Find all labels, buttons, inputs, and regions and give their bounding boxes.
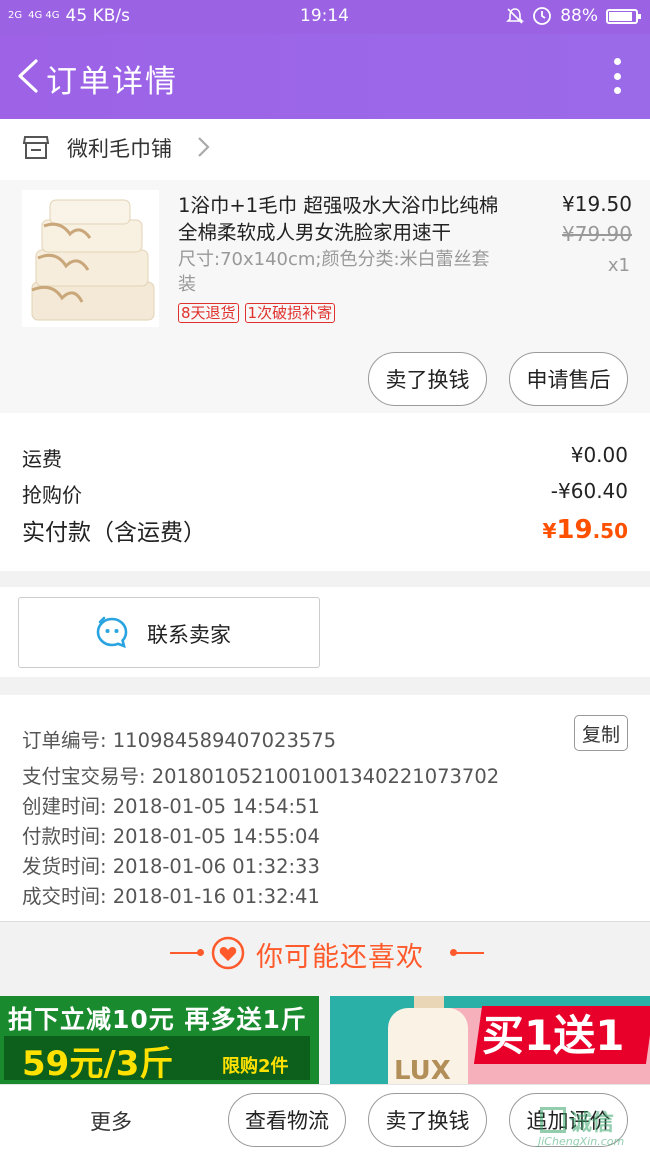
shipped-time: 发货时间: 2018-01-06 01:32:33	[22, 855, 320, 878]
battery-percent: 88%	[560, 6, 598, 26]
chevron-left-icon[interactable]	[14, 58, 44, 94]
signal-2g-icon: 2G	[8, 10, 23, 21]
mute-bell-icon	[506, 8, 525, 24]
heart-icon	[211, 936, 245, 970]
battery-fill	[609, 11, 632, 21]
damage-badge: 1次破损补寄	[244, 303, 336, 323]
product-sku: 尺寸:70x140cm;颜色分类:米白蕾丝套装	[178, 249, 490, 295]
more-dot	[614, 58, 621, 65]
discount-row: 抢购价 -¥60.40	[22, 479, 628, 508]
status-left: 2G 4G 4G 45 KB/s	[8, 6, 130, 26]
ad-left-limit: 限购2件	[222, 1056, 289, 1077]
order-number: 订单编号: 110984589407023575	[22, 729, 337, 752]
completed-time: 成交时间: 2018-01-16 01:32:41	[22, 885, 320, 908]
net-speed: 45 KB/s	[65, 6, 130, 26]
watermark-text: 诚信	[570, 1111, 615, 1136]
created-time: 创建时间: 2018-01-05 14:54:51	[22, 795, 320, 818]
service-badges: 8天退货 1次破损补寄	[178, 303, 336, 323]
shipping-value: ¥0.00	[570, 443, 628, 467]
order-info: 订单编号: 110984589407023575 复制 支付宝交易号: 2018…	[0, 695, 650, 921]
total-dec: .50	[592, 519, 628, 543]
watermark-box-icon	[540, 1107, 566, 1133]
recommend-divider-right	[456, 952, 484, 954]
watermark-logo: 诚信 JiChengXin.com	[530, 1103, 646, 1151]
alarm-icon	[533, 7, 552, 25]
ad-left-headline: 拍下立减10元 再多送1斤	[8, 1005, 307, 1034]
more-dot	[614, 72, 621, 80]
alipay-number: 支付宝交易号: 2018010521001001340221073702	[22, 765, 500, 788]
copy-button[interactable]: 复制	[574, 715, 628, 751]
more-link[interactable]: 更多	[90, 1106, 132, 1136]
sell-button-bottom[interactable]: 卖了换钱	[368, 1093, 487, 1147]
total-value: ¥19.50	[542, 515, 628, 545]
discount-label: 抢购价	[22, 483, 82, 507]
total-int: 19	[556, 515, 593, 545]
status-bar: 2G 4G 4G 45 KB/s 19:14 88%	[0, 0, 650, 34]
shop-name: 微利毛巾铺	[67, 137, 172, 161]
product-quantity: x1	[607, 255, 630, 276]
shop-row[interactable]: 微利毛巾铺	[0, 119, 650, 180]
more-dot	[614, 87, 621, 94]
product-title: 1浴巾+1毛巾 超强吸水大浴巾比纯棉全棉柔软成人男女洗脸家用速干	[178, 194, 499, 244]
nav-bar: 订单详情	[0, 34, 650, 119]
total-label: 实付款（含运费）	[22, 520, 206, 546]
ad-right-promo: 买1送1	[482, 1011, 625, 1060]
clock: 19:14	[300, 6, 349, 26]
chat-bubble-icon	[96, 616, 128, 649]
shipping-label: 运费	[22, 447, 62, 471]
page-title: 订单详情	[46, 64, 178, 100]
product-original-price: ¥79.90	[562, 222, 632, 246]
return-badge: 8天退货	[178, 303, 239, 323]
product-item[interactable]: 1浴巾+1毛巾 超强吸水大浴巾比纯棉全棉柔软成人男女洗脸家用速干 尺寸:70x1…	[0, 180, 650, 413]
chevron-right-icon	[198, 137, 210, 157]
contact-seller-label: 联系卖家	[147, 623, 231, 647]
ad-left-price: 59元/3斤	[22, 1044, 174, 1084]
recommend-ad-right[interactable]: LUX 买1送1	[330, 996, 650, 1084]
recommend-divider-left	[170, 952, 198, 954]
more-vertical-icon[interactable]	[614, 58, 622, 94]
after-sale-button[interactable]: 申请售后	[509, 352, 628, 406]
total-yen: ¥	[542, 519, 557, 543]
shipping-row: 运费 ¥0.00	[22, 443, 628, 472]
price-summary: 运费 ¥0.00 抢购价 -¥60.40 实付款（含运费） ¥19.50	[0, 413, 650, 571]
sell-button[interactable]: 卖了换钱	[368, 352, 487, 406]
battery-icon	[606, 8, 641, 24]
product-price: ¥19.50	[562, 192, 632, 216]
product-image	[22, 190, 159, 327]
status-right: 88%	[506, 6, 641, 26]
bottom-action-bar: 更多 查看物流 卖了换钱 追加评价 诚信 JiChengXin.com	[0, 1084, 650, 1155]
paid-time: 付款时间: 2018-01-05 14:55:04	[22, 825, 320, 848]
recommend-dot-left	[197, 949, 204, 956]
recommend-ad-left[interactable]: 拍下立减10元 再多送1斤 59元/3斤 限购2件	[0, 996, 319, 1084]
watermark-url: JiChengXin.com	[538, 1135, 625, 1148]
ad-right-brand: LUX	[394, 1056, 451, 1084]
store-icon	[22, 136, 50, 159]
contact-seller-button[interactable]: 联系卖家	[18, 597, 320, 668]
signal-4g-icon: 4G 4G	[28, 10, 60, 21]
view-logistics-button[interactable]: 查看物流	[228, 1093, 346, 1147]
recommend-header: 你可能还喜欢	[0, 921, 650, 987]
recommend-title: 你可能还喜欢	[256, 942, 424, 973]
contact-section: 联系卖家	[0, 587, 650, 677]
discount-value: -¥60.40	[550, 479, 628, 503]
total-row: 实付款（含运费） ¥19.50	[22, 513, 628, 547]
